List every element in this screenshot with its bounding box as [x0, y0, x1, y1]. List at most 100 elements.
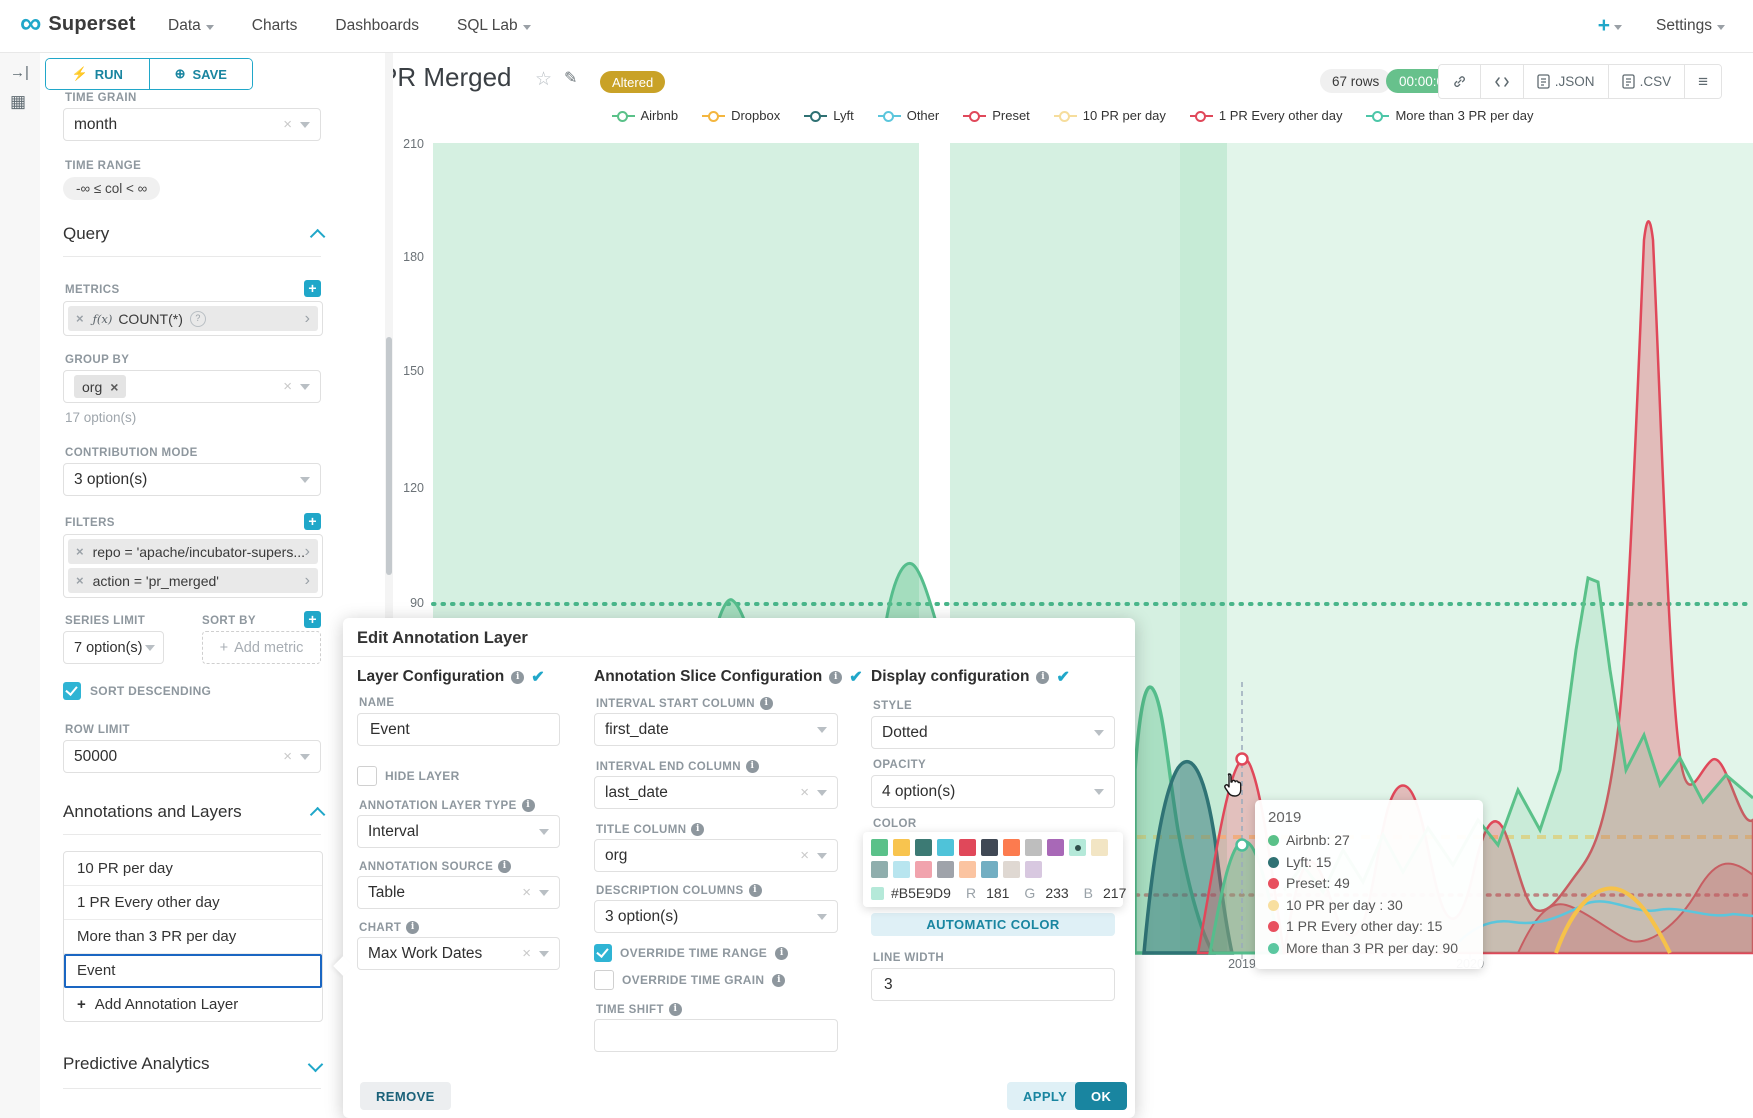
info-icon[interactable]: i — [749, 884, 762, 897]
palette-swatch[interactable] — [871, 839, 888, 856]
remove-button[interactable]: REMOVE — [360, 1082, 451, 1110]
contribution-mode-select[interactable]: 3 option(s) — [63, 463, 321, 496]
palette-swatch[interactable] — [1003, 861, 1020, 878]
remove-icon[interactable]: × — [76, 311, 84, 326]
save-button[interactable]: ⊕SAVE — [149, 59, 253, 89]
remove-icon[interactable]: × — [110, 379, 118, 395]
palette-swatch[interactable] — [1047, 839, 1064, 856]
palette-swatch[interactable] — [1003, 839, 1020, 856]
palette-swatch[interactable] — [871, 861, 888, 878]
apply-button[interactable]: APPLY — [1007, 1082, 1083, 1110]
legend-item[interactable]: Dropbox — [702, 108, 780, 123]
palette-swatch[interactable] — [937, 839, 954, 856]
annotation-layer-type-select[interactable]: Interval — [357, 815, 560, 848]
add-metric-button[interactable]: + — [304, 280, 321, 297]
sort-descending-checkbox[interactable] — [63, 682, 81, 700]
info-icon[interactable]: i — [775, 947, 788, 960]
filter-chip[interactable]: × repo = 'apache/incubator-supers... › — [68, 539, 318, 564]
clear-icon[interactable]: × — [283, 748, 292, 765]
interval-end-select[interactable]: last_date× — [594, 776, 838, 809]
legend-item[interactable]: 10 PR per day — [1054, 108, 1166, 123]
palette-swatch[interactable] — [981, 839, 998, 856]
info-icon[interactable]: i — [522, 799, 535, 812]
info-icon[interactable]: i — [760, 697, 773, 710]
panel-scrollbar-thumb[interactable] — [386, 337, 392, 575]
clear-icon[interactable]: × — [800, 847, 809, 864]
hide-layer-checkbox[interactable] — [357, 766, 377, 786]
legend-item[interactable]: Preset — [963, 108, 1030, 123]
datasource-grid-icon[interactable]: ▦ — [10, 92, 26, 112]
series-limit-select[interactable]: 7 option(s) — [63, 631, 164, 664]
time-range-pill[interactable]: -∞ ≤ col < ∞ — [63, 177, 160, 200]
altered-badge[interactable]: Altered — [600, 71, 665, 93]
automatic-color-button[interactable]: AUTOMATIC COLOR — [871, 913, 1115, 936]
palette-swatch[interactable] — [981, 861, 998, 878]
time-shift-input[interactable] — [594, 1019, 838, 1052]
remove-icon[interactable]: × — [76, 573, 84, 588]
palette-swatch[interactable] — [959, 861, 976, 878]
legend-item[interactable]: More than 3 PR per day — [1366, 108, 1533, 123]
info-icon[interactable]: i — [746, 760, 759, 773]
row-limit-select[interactable]: 50000 × — [63, 740, 321, 773]
more-options-button[interactable]: ≡ — [1685, 65, 1721, 98]
edit-pencil-icon[interactable]: ✎ — [564, 68, 577, 88]
opacity-select[interactable]: 4 option(s) — [871, 775, 1115, 808]
name-input[interactable] — [357, 713, 560, 746]
new-item-button[interactable]: + — [1598, 14, 1622, 38]
clear-icon[interactable]: × — [522, 884, 531, 901]
info-icon[interactable]: i — [772, 974, 785, 987]
nav-item-dashboards[interactable]: Dashboards — [335, 17, 419, 35]
annotation-layer-item[interactable]: 10 PR per day — [64, 852, 322, 886]
nav-item-sql-lab[interactable]: SQL Lab — [457, 17, 531, 35]
override-time-grain-control[interactable]: OVERRIDE TIME GRAIN i — [594, 970, 785, 990]
info-icon[interactable]: i — [1036, 671, 1049, 684]
palette-swatch[interactable] — [893, 839, 910, 856]
interval-start-select[interactable]: first_date — [594, 713, 838, 746]
annotation-source-select[interactable]: Table× — [357, 876, 560, 909]
palette-swatch[interactable] — [959, 839, 976, 856]
predictive-section-header[interactable]: Predictive Analytics — [63, 1054, 321, 1074]
remove-icon[interactable]: × — [76, 544, 84, 559]
export-json-button[interactable]: .JSON — [1524, 65, 1609, 98]
ok-button[interactable]: OK — [1075, 1082, 1127, 1110]
sort-descending-control[interactable]: SORT DESCENDING — [63, 682, 211, 700]
override-time-grain-checkbox[interactable] — [594, 970, 614, 990]
time-grain-select[interactable]: month × — [63, 108, 321, 141]
expand-panel-icon[interactable]: →| — [10, 64, 29, 81]
favorite-star-icon[interactable]: ☆ — [535, 68, 552, 91]
palette-swatch[interactable] — [1025, 861, 1042, 878]
share-link-button[interactable] — [1439, 65, 1481, 98]
query-section-header[interactable]: Query — [63, 224, 321, 244]
info-icon[interactable]: i — [498, 860, 511, 873]
legend-item[interactable]: Lyft — [804, 108, 853, 123]
clear-icon[interactable]: × — [283, 116, 292, 133]
add-filter-button[interactable]: + — [304, 513, 321, 530]
chart-select[interactable]: Max Work Dates× — [357, 937, 560, 970]
legend-item[interactable]: 1 PR Every other day — [1190, 108, 1343, 123]
info-icon[interactable]: i — [669, 1003, 682, 1016]
embed-code-button[interactable] — [1481, 65, 1524, 98]
legend-item[interactable]: Airbnb — [612, 108, 679, 123]
add-sort-metric-button[interactable]: + — [304, 611, 321, 628]
legend-item[interactable]: Other — [878, 108, 940, 123]
group-by-select[interactable]: org× × — [63, 370, 321, 403]
superset-logo[interactable]: ∞ Superset — [20, 9, 136, 39]
line-width-input[interactable] — [871, 968, 1115, 1001]
palette-swatch[interactable] — [915, 839, 932, 856]
export-csv-button[interactable]: .CSV — [1609, 65, 1686, 98]
style-select[interactable]: Dotted — [871, 716, 1115, 749]
info-icon[interactable]: i — [829, 671, 842, 684]
override-time-range-control[interactable]: OVERRIDE TIME RANGE i — [594, 944, 788, 962]
description-columns-select[interactable]: 3 option(s) — [594, 900, 838, 933]
palette-swatch[interactable] — [1069, 839, 1086, 856]
clear-icon[interactable]: × — [522, 945, 531, 962]
clear-icon[interactable]: × — [800, 784, 809, 801]
run-button[interactable]: ⚡RUN — [46, 59, 149, 89]
add-annotation-layer-button[interactable]: +Add Annotation Layer — [64, 988, 322, 1021]
palette-swatch[interactable] — [1091, 839, 1108, 856]
info-icon[interactable]: i — [406, 921, 419, 934]
metric-chip[interactable]: × ƒ(x) COUNT(*) ? › — [68, 306, 318, 331]
annotations-section-header[interactable]: Annotations and Layers — [63, 802, 321, 822]
title-column-select[interactable]: org× — [594, 839, 838, 872]
sort-by-add-metric[interactable]: +Add metric — [202, 631, 321, 664]
